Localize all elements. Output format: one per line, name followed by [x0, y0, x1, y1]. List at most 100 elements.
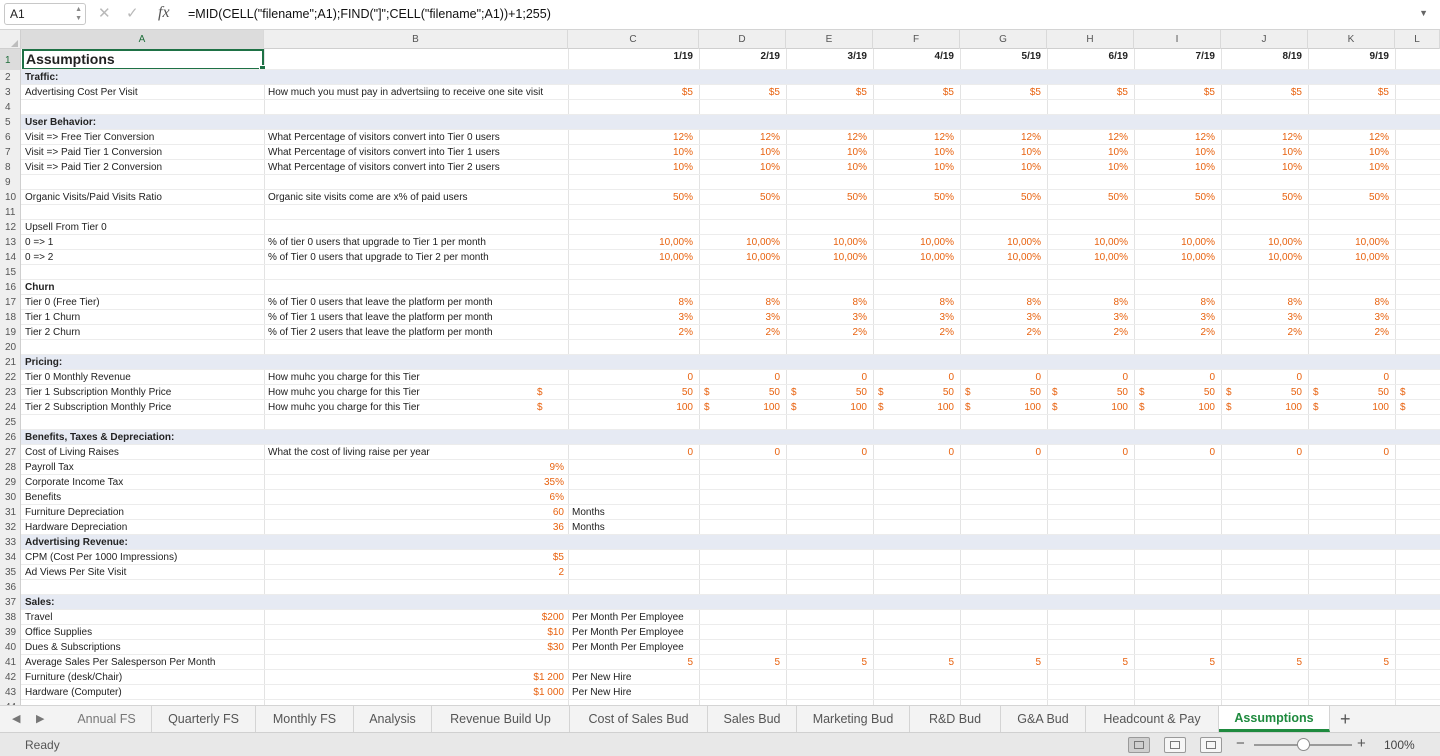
monthly-value-cell[interactable]: 5	[783, 655, 870, 670]
monthly-value-cell[interactable]: $5	[609, 85, 696, 100]
unit-cell[interactable]: Per Month Per Employee	[569, 625, 699, 640]
monthly-value-cell[interactable]: 2%	[1044, 325, 1131, 340]
monthly-value-cell[interactable]: 3%	[783, 310, 870, 325]
monthly-value-cell[interactable]: 10,00%	[1044, 250, 1131, 265]
add-sheet-button[interactable]: +	[1340, 709, 1351, 730]
description-cell[interactable]: % of Tier 0 users that leave the platfor…	[265, 295, 568, 310]
monthly-value-cell[interactable]: $5	[783, 85, 870, 100]
monthly-value-cell[interactable]: 10,00%	[957, 250, 1044, 265]
monthly-value-cell[interactable]: 8%	[1305, 295, 1392, 310]
monthly-value-cell[interactable]: 0	[870, 370, 957, 385]
label-cell[interactable]: Tier 2 Subscription Monthly Price	[22, 400, 264, 415]
month-header[interactable]: 4/19	[870, 49, 957, 64]
monthly-value-cell[interactable]: 0	[1305, 370, 1392, 385]
sheet-tab[interactable]: Analysis	[354, 706, 432, 732]
monthly-value-cell[interactable]: 50	[1305, 385, 1392, 400]
row-header[interactable]: 30	[0, 490, 21, 505]
value-cell[interactable]: 9%	[264, 460, 567, 475]
unit-cell[interactable]: Per Month Per Employee	[569, 610, 699, 625]
currency-symbol-cell[interactable]: $	[1398, 385, 1412, 400]
sheet-tab[interactable]: Annual FS	[62, 706, 152, 732]
monthly-value-cell[interactable]: 10%	[696, 145, 783, 160]
unit-cell[interactable]: Months	[569, 520, 699, 535]
row-header[interactable]: 6	[0, 130, 21, 145]
monthly-value-cell[interactable]: 10,00%	[1305, 250, 1392, 265]
expand-formula-bar-icon[interactable]: ▼	[1419, 8, 1428, 18]
monthly-value-cell[interactable]: 0	[783, 370, 870, 385]
row-header[interactable]: 35	[0, 565, 21, 580]
label-cell[interactable]: Advertising Cost Per Visit	[22, 85, 264, 100]
value-cell[interactable]: $1 000	[264, 685, 567, 700]
monthly-value-cell[interactable]: 50%	[957, 190, 1044, 205]
monthly-value-cell[interactable]: 5	[609, 655, 696, 670]
monthly-value-cell[interactable]: 50	[1131, 385, 1218, 400]
sheet-tab[interactable]: R&D Bud	[910, 706, 1001, 732]
label-cell[interactable]: Hardware (Computer)	[22, 685, 264, 700]
monthly-value-cell[interactable]: 3%	[870, 310, 957, 325]
row-header[interactable]: 43	[0, 685, 21, 700]
currency-symbol-cell[interactable]: $	[535, 385, 555, 400]
monthly-value-cell[interactable]: 10,00%	[696, 235, 783, 250]
label-cell[interactable]: Advertising Revenue:	[22, 535, 264, 550]
sheet-tab[interactable]: Assumptions	[1219, 706, 1330, 732]
monthly-value-cell[interactable]: 10%	[783, 145, 870, 160]
column-header-l[interactable]: L	[1395, 30, 1440, 49]
monthly-value-cell[interactable]: 10,00%	[1131, 235, 1218, 250]
monthly-value-cell[interactable]: 12%	[1044, 130, 1131, 145]
monthly-value-cell[interactable]: 0	[609, 445, 696, 460]
value-cell[interactable]: $10	[264, 625, 567, 640]
column-header-a[interactable]: A	[21, 30, 264, 49]
row-header[interactable]: 12	[0, 220, 21, 235]
monthly-value-cell[interactable]: 10,00%	[870, 235, 957, 250]
zoom-out-button[interactable]: −	[1236, 735, 1245, 752]
label-cell[interactable]: Pricing:	[22, 355, 264, 370]
monthly-value-cell[interactable]: 8%	[870, 295, 957, 310]
currency-symbol-cell[interactable]: $	[535, 400, 555, 415]
monthly-value-cell[interactable]: 10%	[1131, 145, 1218, 160]
month-header[interactable]: 6/19	[1044, 49, 1131, 64]
monthly-value-cell[interactable]: 12%	[870, 130, 957, 145]
month-header[interactable]: 8/19	[1218, 49, 1305, 64]
month-header[interactable]: 1/19	[609, 49, 696, 64]
monthly-value-cell[interactable]: $5	[696, 85, 783, 100]
description-cell[interactable]: % of tier 0 users that upgrade to Tier 1…	[265, 235, 568, 250]
label-cell[interactable]: Upsell From Tier 0	[22, 220, 264, 235]
row-header[interactable]: 16	[0, 280, 21, 295]
label-cell[interactable]: Tier 0 (Free Tier)	[22, 295, 264, 310]
label-cell[interactable]: Office Supplies	[22, 625, 264, 640]
monthly-value-cell[interactable]: 12%	[696, 130, 783, 145]
value-cell[interactable]: 6%	[264, 490, 567, 505]
label-cell[interactable]: Tier 1 Subscription Monthly Price	[22, 385, 264, 400]
monthly-value-cell[interactable]: 100	[696, 400, 783, 415]
label-cell[interactable]: Furniture Depreciation	[22, 505, 264, 520]
label-cell[interactable]: Hardware Depreciation	[22, 520, 264, 535]
row-header[interactable]: 23	[0, 385, 21, 400]
monthly-value-cell[interactable]: 5	[1131, 655, 1218, 670]
monthly-value-cell[interactable]: 10,00%	[1218, 235, 1305, 250]
monthly-value-cell[interactable]: 8%	[1218, 295, 1305, 310]
sheet-tab[interactable]: Quarterly FS	[152, 706, 256, 732]
column-header-d[interactable]: D	[699, 30, 786, 49]
monthly-value-cell[interactable]: 0	[696, 370, 783, 385]
monthly-value-cell[interactable]: $5	[1218, 85, 1305, 100]
column-header-i[interactable]: I	[1134, 30, 1221, 49]
monthly-value-cell[interactable]: 10,00%	[609, 235, 696, 250]
row-header[interactable]: 4	[0, 100, 21, 115]
row-header[interactable]: 3	[0, 85, 21, 100]
row-header[interactable]: 41	[0, 655, 21, 670]
monthly-value-cell[interactable]: 50	[870, 385, 957, 400]
description-cell[interactable]: What Percentage of visitors convert into…	[265, 130, 568, 145]
row-header[interactable]: 8	[0, 160, 21, 175]
month-header[interactable]: 9/19	[1305, 49, 1392, 64]
monthly-value-cell[interactable]: 5	[1218, 655, 1305, 670]
label-cell[interactable]: User Behavior:	[22, 115, 264, 130]
prev-sheet-arrow-icon[interactable]: ◀	[12, 712, 20, 725]
monthly-value-cell[interactable]: 50%	[696, 190, 783, 205]
monthly-value-cell[interactable]: 0	[1218, 445, 1305, 460]
value-cell[interactable]: 35%	[264, 475, 567, 490]
monthly-value-cell[interactable]: 10%	[1305, 145, 1392, 160]
value-cell[interactable]: 60	[264, 505, 567, 520]
monthly-value-cell[interactable]: 10%	[609, 145, 696, 160]
monthly-value-cell[interactable]: 8%	[1044, 295, 1131, 310]
monthly-value-cell[interactable]: 0	[957, 445, 1044, 460]
